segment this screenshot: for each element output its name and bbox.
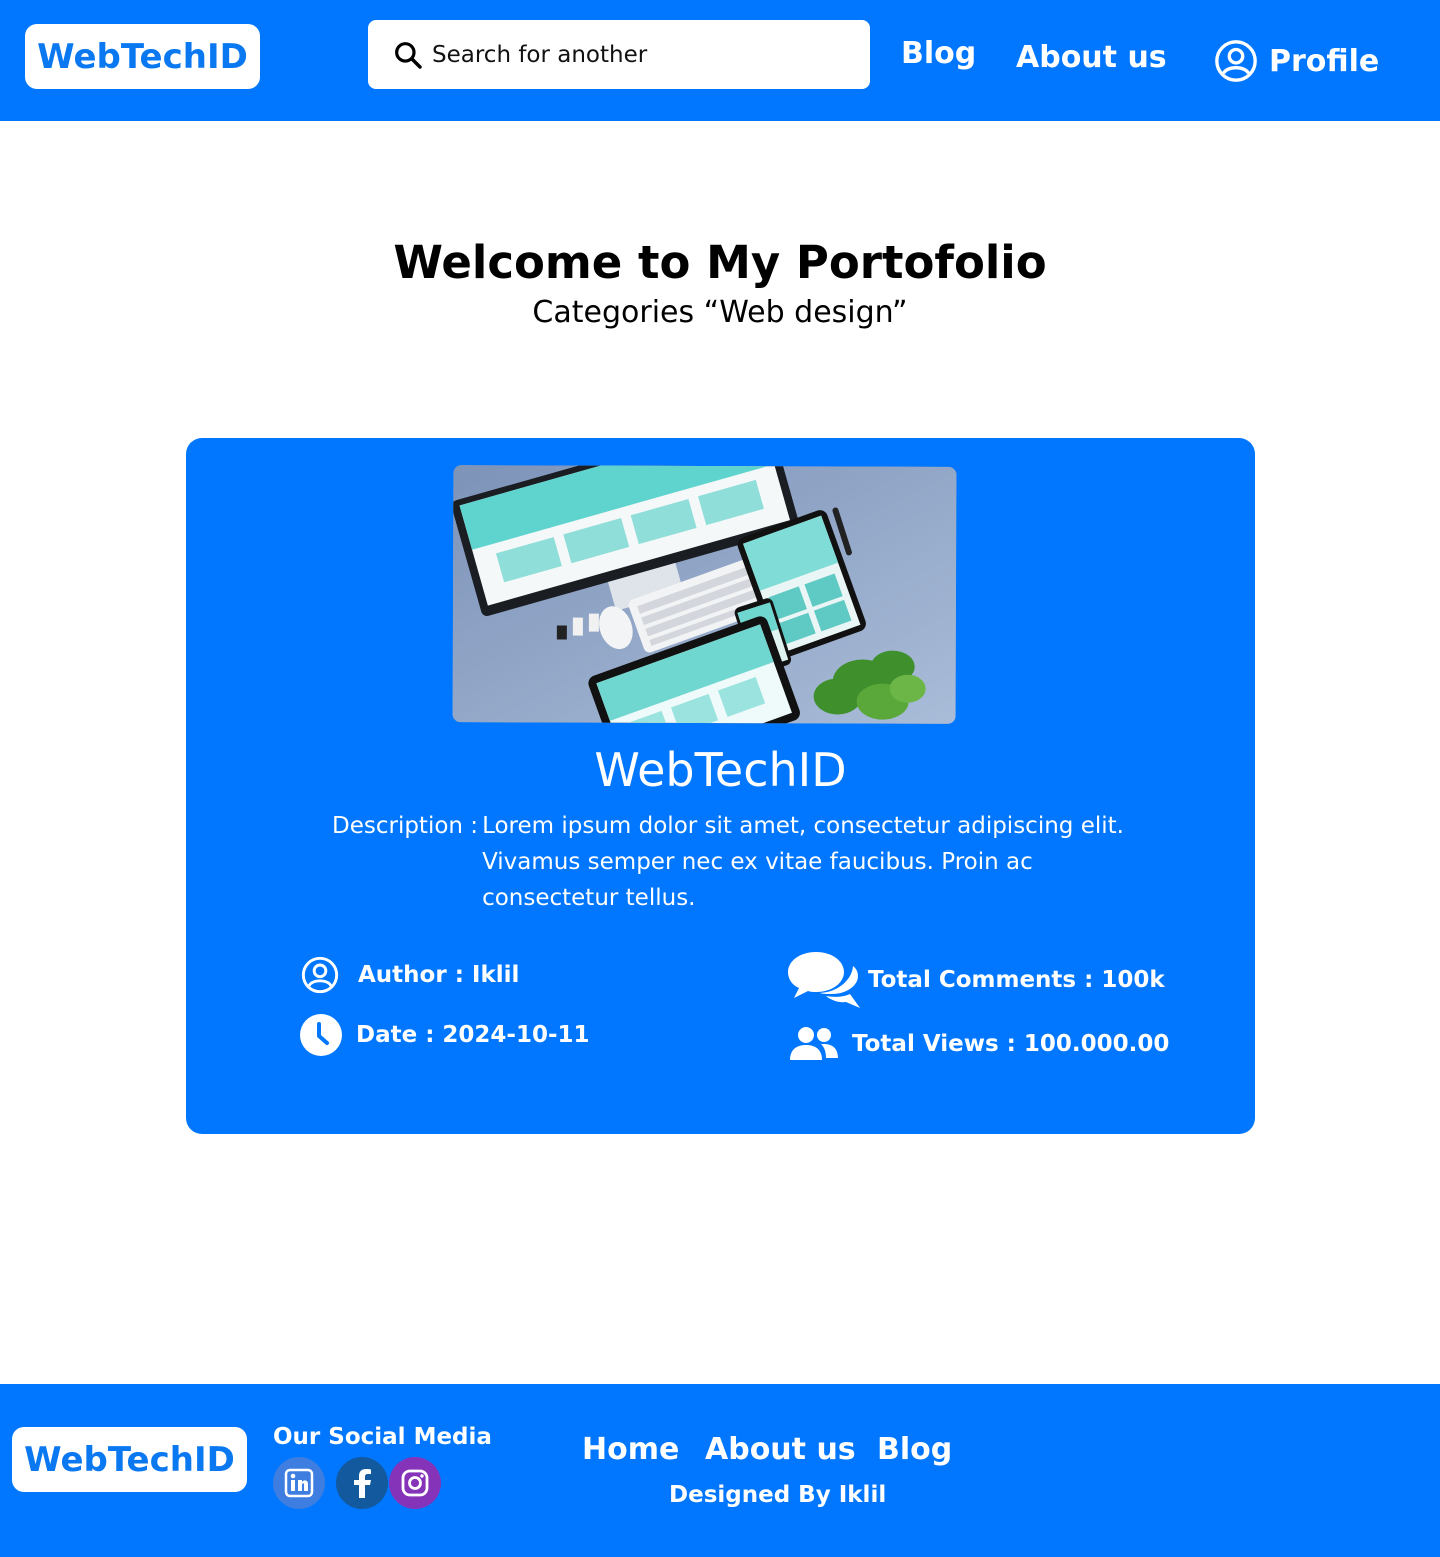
top-navbar: WebTechID Blog About us Profile	[0, 0, 1440, 121]
search-input[interactable]	[432, 41, 832, 68]
date-info: Date : 2024-10-11	[300, 1014, 590, 1056]
footer-about-link[interactable]: About us	[705, 1432, 856, 1467]
footer-logo[interactable]: WebTechID	[12, 1427, 247, 1492]
author-info: Author : Iklil	[300, 955, 519, 995]
page-title: Welcome to My Portofolio	[393, 236, 1047, 289]
description-label: Description :	[332, 813, 479, 839]
author-text: Author : Iklil	[358, 962, 520, 988]
page-subtitle: Categories “Web design”	[532, 295, 908, 330]
social-media-title: Our Social Media	[273, 1424, 492, 1450]
linkedin-icon[interactable]	[273, 1457, 325, 1509]
facebook-icon[interactable]	[336, 1457, 388, 1509]
nav-blog-link[interactable]: Blog	[901, 36, 976, 71]
header-logo[interactable]: WebTechID	[25, 24, 260, 89]
views-info: Total Views : 100.000.00	[788, 1026, 1169, 1062]
card-description: Description : Lorem ipsum dolor sit amet…	[332, 808, 1162, 916]
footer-blog-link[interactable]: Blog	[877, 1432, 952, 1467]
social-media-list	[273, 1457, 441, 1509]
user-circle-icon	[1215, 40, 1257, 82]
comments-text: Total Comments : 100k	[868, 967, 1165, 993]
footer: WebTechID Our Social Media Home About us	[0, 1384, 1440, 1557]
comments-info: Total Comments : 100k	[786, 950, 1165, 1010]
designed-by: Designed By Iklil	[669, 1482, 887, 1508]
portfolio-card[interactable]: WebTechID Description : Lorem ipsum dolo…	[186, 438, 1255, 1134]
nav-profile-link[interactable]: Profile	[1213, 38, 1379, 84]
instagram-icon[interactable]	[389, 1457, 441, 1509]
footer-home-link[interactable]: Home	[582, 1432, 679, 1467]
search-icon	[395, 41, 422, 69]
users-icon	[790, 1027, 838, 1060]
description-text: Lorem ipsum dolor sit amet, consectetur …	[482, 813, 1124, 911]
clock-icon	[300, 1014, 342, 1056]
comments-icon	[788, 952, 860, 1008]
portfolio-image	[452, 465, 957, 724]
user-circle-icon	[301, 956, 339, 994]
search-bar[interactable]	[368, 20, 870, 89]
nav-about-link[interactable]: About us	[1016, 40, 1167, 75]
date-text: Date : 2024-10-11	[356, 1022, 590, 1048]
card-title: WebTechID	[594, 743, 847, 797]
views-text: Total Views : 100.000.00	[852, 1031, 1170, 1057]
nav-profile-label: Profile	[1269, 43, 1380, 79]
